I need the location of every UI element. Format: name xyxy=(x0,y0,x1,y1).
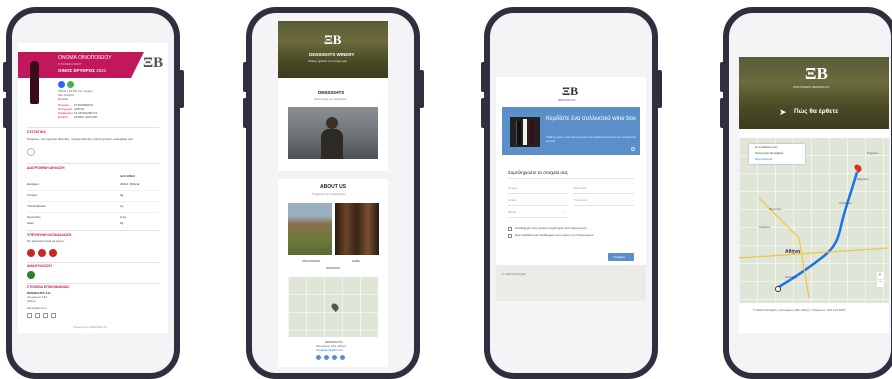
hero-subtitle: ΟΙΝΟΠΟΙΕΙΟ DENSIGHTS xyxy=(793,85,830,89)
no-driving-icon xyxy=(38,249,46,257)
phone-frame-2: ΞΒ DENSIGHTS WINERY Καλώς ήρθατε στο κτή… xyxy=(246,7,420,379)
screen-wine-label: ΞΒ ΟΝΟΜΑ ΟΙΝΟΠΟΙΕΙΟΥ ΣΤΟΙΧΕΙΑ ΟΙΝΟΥ ΟΙΝΟ… xyxy=(18,43,168,333)
facebook-icon[interactable] xyxy=(316,355,321,360)
brand-logo: ΞΒ xyxy=(805,64,828,83)
route-map[interactable]: Η τοποθεσία σας Οινοποιείο Densights Περ… xyxy=(739,138,889,303)
phone-side-button xyxy=(720,62,725,92)
hero-title: Πώς θα έρθετε xyxy=(794,108,839,115)
no-minors-icon xyxy=(49,249,57,257)
map-pin-icon xyxy=(330,302,340,312)
contest-banner: Κερδίστε ένα συλλεκτικό wine box Λάβετε … xyxy=(502,107,640,155)
hero-title: DENSIGHTS WINERY xyxy=(309,52,355,57)
responsible-title: ΥΠΕΥΘΥΝΗ ΚΑΤΑΝΑΛΩΣΗ xyxy=(27,233,72,237)
banner-text: Λάβετε μέρος στον διαγωνισμό και κερδίστ… xyxy=(546,135,636,143)
submit-button[interactable]: Υποβολή xyxy=(608,253,634,261)
email-field[interactable]: Email xyxy=(508,199,516,202)
phone-frame-1: ΞΒ ΟΝΟΜΑ ΟΙΝΟΠΟΙΕΙΟΥ ΣΤΟΙΧΕΙΑ ΟΙΝΟΥ ΟΙΝΟ… xyxy=(6,7,180,379)
brand-logo: ΞΒ xyxy=(562,84,579,98)
phone-side-button xyxy=(419,70,424,108)
website-link[interactable]: densights.com xyxy=(27,307,46,310)
facebook-icon[interactable] xyxy=(27,313,32,318)
screen-winery-site: ΞΒ DENSIGHTS WINERY Καλώς ήρθατε στο κτή… xyxy=(278,21,388,367)
hero-vineyard-image xyxy=(278,21,388,78)
brand-logo: ΞΒ xyxy=(143,55,164,71)
phone-icon[interactable] xyxy=(340,355,345,360)
phone-icon[interactable] xyxy=(51,313,56,318)
last-name-field[interactable]: Επώνυμο xyxy=(574,187,587,190)
contact-title: ΣΤΟΙΧΕΙΑ ΕΠΙΚΟΙΝΩΝΙΑΣ xyxy=(27,285,70,289)
phone-side-button xyxy=(179,70,184,108)
origin-marker-icon xyxy=(775,286,781,292)
brand-logo: ΞΒ xyxy=(324,32,342,47)
info-icon[interactable] xyxy=(27,148,35,156)
winery-building-card[interactable] xyxy=(288,203,332,255)
phone-side-button xyxy=(3,98,8,128)
winemaker-photo xyxy=(288,107,378,159)
chevron-down-icon: ⌄ xyxy=(562,210,565,214)
phone-side-button xyxy=(481,62,486,92)
ingredients-title: ΣΥΣΤΑΤΙΚΑ xyxy=(27,130,46,134)
section-title: DENSIGHTS xyxy=(318,90,345,95)
wine-name: ΟΙΝΟΣ ΕΡΥΘΡΟΣ 2021 xyxy=(58,68,107,73)
phone-side-button xyxy=(243,62,248,92)
phone-side-button xyxy=(657,70,662,108)
phone-side-button xyxy=(3,62,8,92)
wine-box-image xyxy=(510,117,540,147)
greece-flag-icon xyxy=(58,81,65,88)
phone-frame-4: ΞΒ ΟΙΝΟΠΟΙΕΙΟ DENSIGHTS ➤ Πώς θα έρθετε … xyxy=(723,7,892,379)
footer-band: © 2022 Densights xyxy=(496,265,646,301)
brand-name: DENSIGHTS xyxy=(558,98,576,102)
consent-checkbox-1[interactable] xyxy=(508,227,512,231)
footer: © 2022 Densights | Λεωφόρος 299, Αθήνα |… xyxy=(739,303,889,333)
age-select[interactable]: Ηλικία xyxy=(508,211,516,214)
header-title: ΟΝΟΜΑ ΟΙΝΟΠΟΙΕΙΟΥ xyxy=(58,55,112,61)
email-icon[interactable] xyxy=(43,313,48,318)
recycle-icon xyxy=(27,271,35,279)
zoom-in-button[interactable]: + xyxy=(877,272,884,279)
form-title: Συμπληρώστε τα στοιχεία σας xyxy=(508,170,568,175)
recycle-title: ΑΝΑΚΥΚΛΩΣΗ xyxy=(27,264,52,268)
footer-powered: Powered by DENSIGHTS xyxy=(73,325,108,329)
ingredients-text: Σταφύλια, συντηρητικά (θειώδη), περιέχει… xyxy=(27,137,134,141)
hero-subtitle: Καλώς ήρθατε στο κτήμα μας xyxy=(308,59,347,63)
organic-icon xyxy=(67,81,74,88)
banner-title: Κερδίστε ένα συλλεκτικό wine box xyxy=(546,116,636,122)
about-title: ABOUT US xyxy=(320,184,347,190)
phone-field[interactable]: Τηλέφωνο xyxy=(574,199,588,202)
screen-contest-form: ΞΒ DENSIGHTS Κερδίστε ένα συλλεκτικό win… xyxy=(496,77,646,301)
no-pregnancy-icon xyxy=(27,249,35,257)
nutrition-title: ΔΙΑΤΡΟΦΙΚΗ ΔΗΛΩΣΗ xyxy=(27,166,65,170)
header-subtitle: ΣΤΟΙΧΕΙΑ ΟΙΝΟΥ xyxy=(58,62,82,66)
wine-bottle-icon xyxy=(30,61,39,104)
consent-checkbox-2[interactable] xyxy=(508,234,512,238)
phone-side-button xyxy=(720,98,725,128)
instagram-icon[interactable] xyxy=(324,355,329,360)
carousel-dots[interactable] xyxy=(326,267,340,269)
map-embed[interactable] xyxy=(288,277,378,337)
instagram-icon[interactable] xyxy=(35,313,40,318)
phone-side-button xyxy=(243,98,248,128)
zoom-out-button[interactable]: − xyxy=(877,280,884,287)
cellar-card[interactable] xyxy=(335,203,379,255)
phone-frame-3: ΞΒ DENSIGHTS Κερδίστε ένα συλλεκτικό win… xyxy=(484,7,658,379)
first-name-field[interactable]: Όνομα xyxy=(508,187,517,190)
info-icon[interactable] xyxy=(631,147,635,151)
directions-icon: ➤ xyxy=(779,107,787,117)
route-line xyxy=(739,171,889,299)
screen-directions: ΞΒ ΟΙΝΟΠΟΙΕΙΟ DENSIGHTS ➤ Πώς θα έρθετε … xyxy=(739,57,889,333)
phone-side-button xyxy=(481,98,486,128)
email-icon[interactable] xyxy=(332,355,337,360)
